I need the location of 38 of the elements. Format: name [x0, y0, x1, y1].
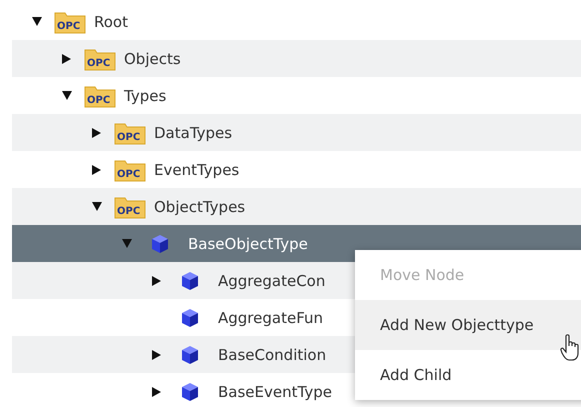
tree-row[interactable]: OPC Types [12, 77, 581, 114]
node-label: BaseCondition [218, 346, 326, 364]
node-label: BaseObjectType [188, 234, 308, 252]
collapsed-arrow-icon[interactable] [152, 276, 161, 286]
tree-row[interactable]: OPC Root [12, 3, 581, 40]
cube-icon [180, 308, 200, 328]
folder-icon: OPC [84, 84, 116, 108]
collapsed-arrow-icon[interactable] [152, 386, 161, 396]
tree-row[interactable]: OPC DataTypes [12, 114, 581, 151]
folder-icon: OPC [84, 46, 116, 70]
node-label: Objects [124, 50, 181, 68]
node-label: Root [94, 12, 128, 30]
collapsed-arrow-icon[interactable] [152, 350, 161, 360]
folder-icon: OPC [54, 10, 86, 34]
node-label: EventTypes [154, 160, 240, 178]
node-label: BaseEventType [218, 382, 332, 400]
cube-icon [180, 382, 200, 402]
collapsed-arrow-icon[interactable] [62, 54, 71, 64]
node-label: AggregateFun [218, 308, 324, 326]
collapsed-arrow-icon[interactable] [92, 128, 101, 138]
expanded-arrow-icon[interactable] [92, 202, 102, 211]
collapsed-arrow-icon[interactable] [92, 164, 101, 174]
cube-icon [180, 270, 200, 290]
tree-row[interactable]: OPC ObjectTypes [12, 188, 581, 225]
expanded-arrow-icon[interactable] [32, 17, 42, 26]
tree-row[interactable]: OPC Objects [12, 40, 581, 77]
expanded-arrow-icon[interactable] [62, 91, 72, 100]
tree-row[interactable]: OPC EventTypes [12, 151, 581, 188]
cube-icon [180, 344, 200, 364]
menu-item[interactable]: Add New Objecttype [355, 300, 581, 350]
node-label: AggregateCon [218, 272, 326, 290]
node-label: Types [124, 86, 166, 104]
folder-icon: OPC [114, 158, 146, 182]
node-label: DataTypes [154, 124, 232, 142]
folder-icon: OPC [114, 194, 146, 218]
cube-icon [150, 234, 170, 254]
node-label: ObjectTypes [154, 198, 246, 216]
folder-icon: OPC [114, 120, 146, 144]
